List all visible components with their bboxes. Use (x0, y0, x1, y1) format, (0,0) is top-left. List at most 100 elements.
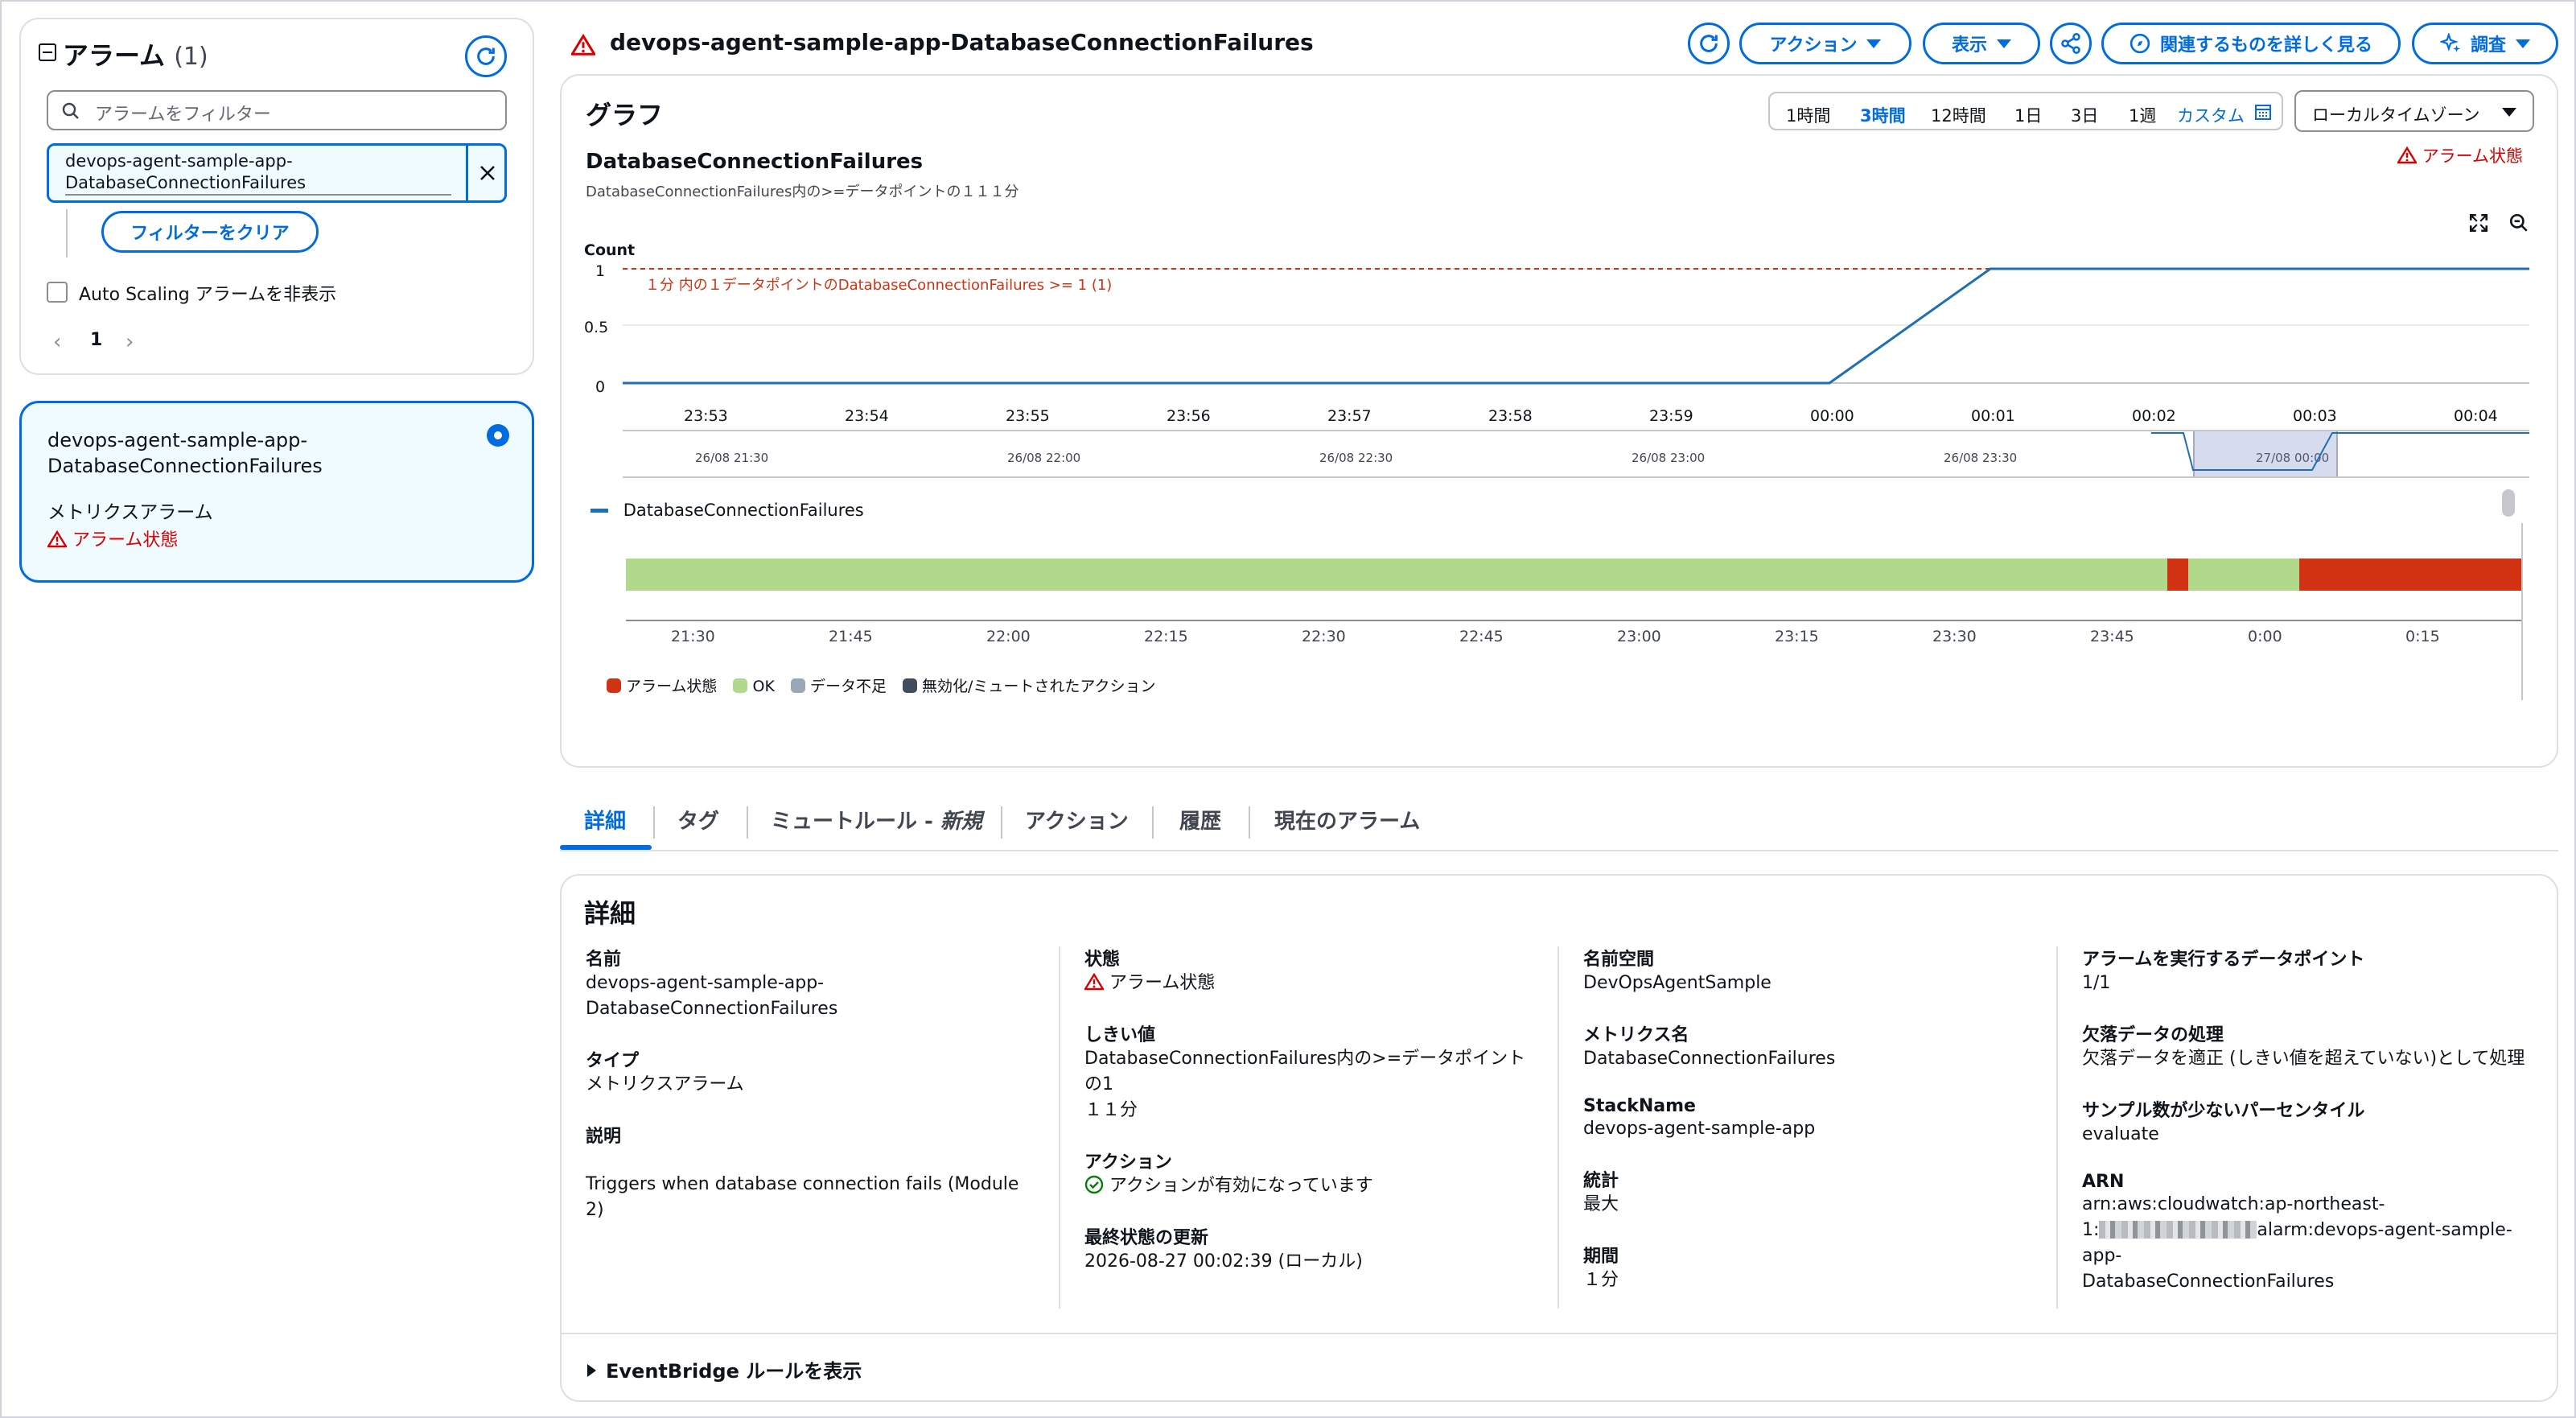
page-number[interactable]: 1 (90, 330, 102, 350)
period-label: 期間 (1583, 1247, 1619, 1267)
x-tick: 00:02 (2132, 407, 2176, 425)
eventbridge-expander[interactable]: EventBridge ルールを表示 (587, 1355, 862, 1383)
name-value: devops-agent-sample-app- DatabaseConnecti… (586, 973, 838, 1019)
timeline-tick: 22:15 (1144, 628, 1188, 645)
statistic-label: 統計 (1583, 1171, 1619, 1191)
share-icon (2061, 33, 2080, 54)
fullscreen-icon[interactable] (2468, 212, 2489, 233)
datapoints-label: アラームを実行するデータポイント (2082, 950, 2365, 970)
next-page-button[interactable]: › (126, 330, 134, 354)
series-legend-swatch (591, 509, 608, 513)
timeline-divider (2521, 523, 2523, 700)
metric-subtitle: DatabaseConnectionFailures内の>=データポイントの１１… (586, 183, 1019, 200)
description-value: Triggers when database connection fails … (586, 1174, 1019, 1220)
view-dropdown-button[interactable]: 表示 (1923, 23, 2040, 64)
type-value: メトリクスアラーム (586, 1074, 744, 1094)
remove-filter-token-button[interactable] (466, 143, 507, 203)
alarm-card-type: メトリクスアラーム (47, 502, 213, 523)
alarm-card-radio[interactable] (487, 424, 509, 447)
description-label: 説明 (586, 1127, 622, 1147)
clear-filter-button[interactable]: フィルターをクリア (101, 211, 319, 253)
x-tick: 00:04 (2454, 407, 2498, 425)
navigator-tick: 26/08 22:30 (1319, 451, 1393, 465)
state-segment-alarm-1 (2167, 559, 2188, 591)
calendar-icon[interactable] (2254, 103, 2272, 121)
tab-details[interactable]: 詳細 (584, 805, 626, 835)
explore-related-button[interactable]: 関連するものを詳しく見る (2101, 23, 2401, 64)
x-tick: 23:59 (1649, 407, 1693, 425)
alarms-title: アラーム (63, 40, 166, 71)
x-tick: 23:55 (1006, 407, 1050, 425)
tabs-underline (560, 850, 2558, 851)
threshold-label: １分 内の１データポイントのDatabaseConnectionFailures… (642, 274, 1116, 295)
graph-alarm-state: アラーム状態 (2396, 143, 2523, 167)
arn-label: ARN (2082, 1172, 2125, 1192)
time-navigator[interactable]: 26/08 21:30 26/08 22:00 26/08 22:30 26/08 2… (623, 430, 2529, 478)
y-tick-0-5: 0.5 (584, 319, 609, 336)
state-value: アラーム状態 (1083, 971, 1543, 996)
close-icon (480, 166, 495, 180)
namespace-label: 名前空間 (1583, 950, 1655, 970)
alarm-card[interactable]: devops-agent-sample-app- DatabaseConnect… (19, 401, 534, 583)
prev-page-button[interactable]: ‹ (53, 330, 61, 354)
legend-ok: OK (733, 678, 775, 695)
timeline-tick: 22:00 (986, 628, 1031, 645)
sparkle-icon (2439, 33, 2460, 52)
timeline-tick: 23:15 (1775, 628, 1819, 645)
collapse-icon[interactable] (39, 43, 56, 61)
refresh-button[interactable] (465, 35, 507, 77)
share-button[interactable] (2050, 23, 2092, 64)
timezone-select[interactable]: ローカルタイムゾーン (2294, 90, 2534, 132)
time-range-1d[interactable]: 1日 (2014, 103, 2042, 127)
page-title: devops-agent-sample-app-DatabaseConnecti… (610, 29, 1314, 56)
y-axis-unit: Count (584, 241, 636, 259)
alarm-card-state: アラーム状態 (46, 526, 178, 551)
namespace-value: DevOpsAgentSample (1583, 973, 1772, 993)
x-axis-ticks: 23:53 23:54 23:55 23:56 23:57 23:58 23:59 00:00… (623, 407, 2529, 431)
timeline-tick: 23:45 (2090, 628, 2134, 645)
refresh-icon (477, 47, 495, 65)
state-timeline-axis (626, 620, 2521, 621)
actions-dropdown-button[interactable]: アクション (1739, 23, 1911, 64)
time-range-12h[interactable]: 12時間 (1931, 103, 1986, 127)
alarm-filter-placeholder: アラームをフィルター (95, 105, 271, 125)
x-tick: 23:56 (1167, 407, 1211, 425)
time-range-3d[interactable]: 3日 (2071, 103, 2098, 127)
timeline-tick: 23:30 (1932, 628, 1977, 645)
legend-scroll-handle[interactable] (2502, 489, 2515, 517)
timeline-tick: 21:30 (671, 628, 715, 645)
timeline-tick: 22:45 (1459, 628, 1504, 645)
alarm-filter-input[interactable]: アラームをフィルター (47, 90, 507, 130)
time-range-1h[interactable]: 1時間 (1786, 103, 1830, 127)
metric-name-label: メトリクス名 (1583, 1025, 1689, 1045)
graph-section-title: グラフ (586, 100, 664, 130)
legend-alarm: アラーム状態 (607, 678, 717, 695)
hide-autoscaling-checkbox[interactable] (47, 282, 68, 303)
zoom-out-icon[interactable] (2508, 212, 2529, 233)
time-range-custom[interactable]: カスタム (2177, 103, 2245, 127)
tab-current-alarms[interactable]: 現在のアラーム (1274, 805, 1420, 835)
last-update-value: 2026-08-27 00:02:39 (ローカル) (1084, 1251, 1363, 1272)
caret-down-icon (1866, 39, 1882, 48)
time-range-3h[interactable]: 3時間 (1860, 103, 1906, 127)
tab-actions[interactable]: アクション (1025, 805, 1129, 835)
filter-token[interactable]: devops-agent-sample-app- DatabaseConnect… (47, 143, 507, 203)
navigator-sparkline (2151, 432, 2529, 471)
stackname-label: StackName (1583, 1096, 1696, 1116)
metric-title: DatabaseConnectionFailures (586, 150, 924, 174)
tab-tags[interactable]: タグ (677, 805, 719, 835)
token-connector (66, 209, 68, 258)
type-label: タイプ (586, 1051, 640, 1071)
tab-history[interactable]: 履歴 (1179, 805, 1221, 835)
series-legend[interactable]: DatabaseConnectionFailures (591, 501, 864, 520)
investigate-dropdown-button[interactable]: 調査 (2412, 23, 2558, 64)
alarms-count: (1) (174, 43, 208, 71)
actions-value: アクションが有効になっています (1084, 1173, 1543, 1199)
caret-right-icon (587, 1364, 596, 1377)
y-tick-0: 0 (595, 378, 606, 396)
tab-mute-rules[interactable]: ミュートルール - 新規 (771, 805, 982, 835)
time-range-1w[interactable]: 1週 (2129, 103, 2156, 127)
search-icon (62, 102, 79, 119)
navigator-tick: 26/08 23:30 (1944, 451, 2018, 465)
header-refresh-button[interactable] (1688, 23, 1730, 64)
